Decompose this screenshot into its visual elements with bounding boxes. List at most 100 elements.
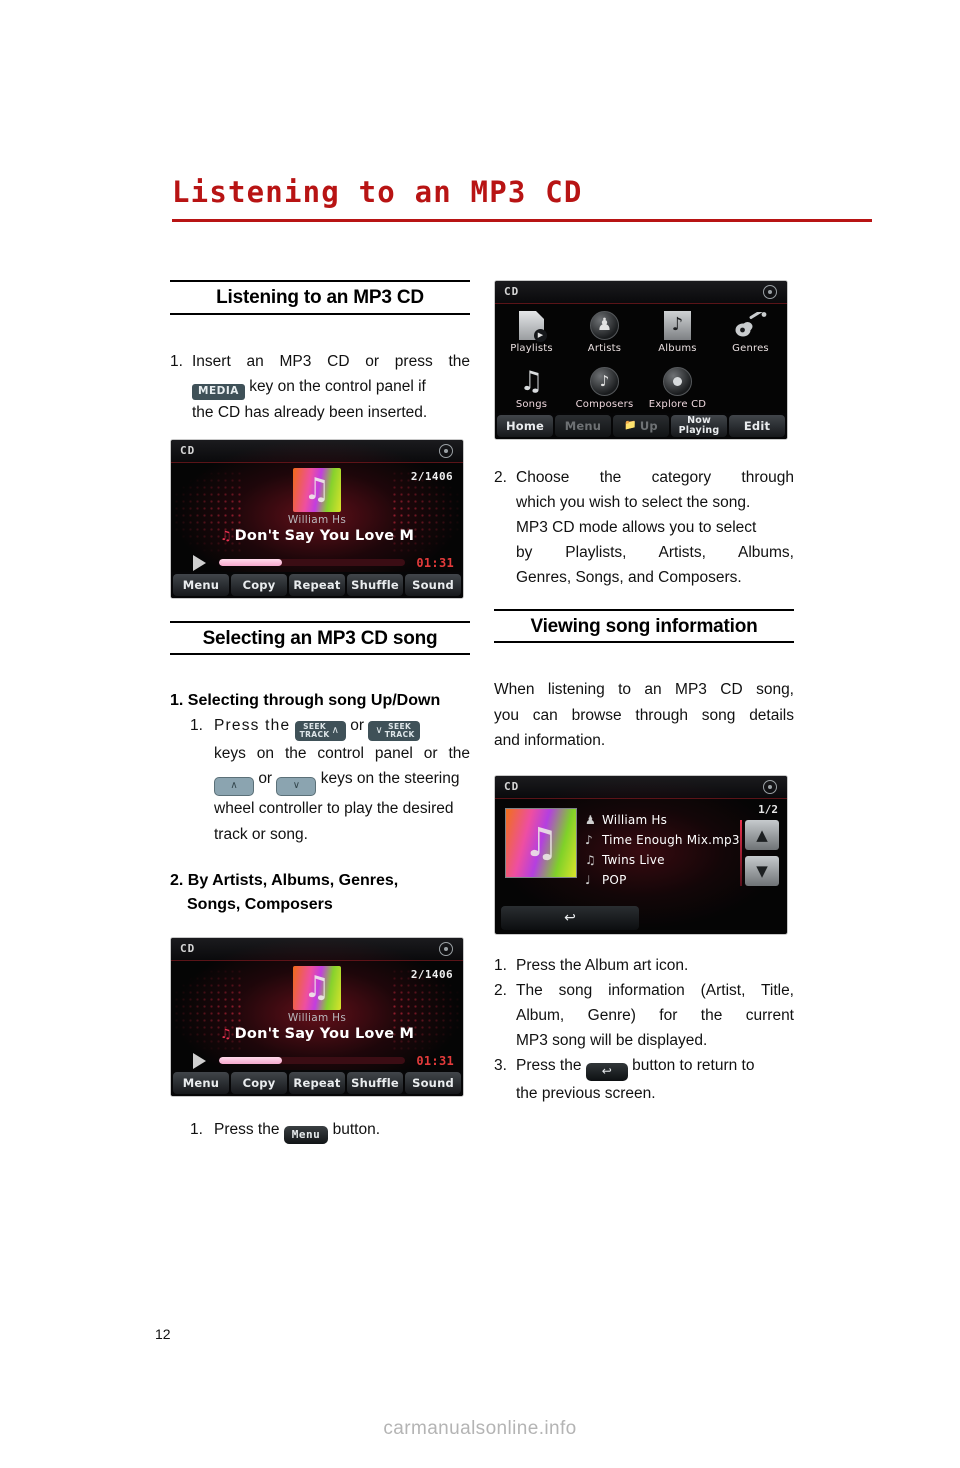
category-playlists[interactable]: Playlists xyxy=(495,309,568,354)
song-title: Don't Say You Love M xyxy=(234,527,415,544)
intro-line1: When listening to an MP3 CD song, xyxy=(494,681,794,699)
category-label: Songs xyxy=(515,399,548,410)
playback-row: 01:31 xyxy=(171,1050,463,1072)
chevron-down-icon: ∨ xyxy=(375,725,383,737)
info-artist-value: William Hs xyxy=(602,812,668,827)
category-genres[interactable]: Genres xyxy=(714,309,787,354)
scroll-down-button[interactable]: ▼ xyxy=(745,855,779,886)
progress-fill xyxy=(219,1056,283,1064)
song-info-screen[interactable]: CD ♫ 1/2 ♟ William Hs ♪ Time Enough Mix xyxy=(494,774,788,935)
category-row-2: ♫ Songs ♪ Composers Explore CD xyxy=(495,365,787,410)
softkey-menu[interactable]: Menu xyxy=(173,573,229,596)
seek-track-up-key[interactable]: SEEK TRACK ∧ xyxy=(294,721,346,742)
list-item: 1. Press the SEEK TRACK ∧ or ∨ SEEK TRAC… xyxy=(170,713,470,846)
step2-line1: Choose the category through xyxy=(516,469,794,486)
softkey-menu[interactable]: Menu xyxy=(173,1071,229,1094)
list-item: 3. Press the ↩ button to return to the p… xyxy=(494,1053,794,1106)
progress-bar[interactable] xyxy=(219,558,405,566)
category-songs[interactable]: ♫ Songs xyxy=(495,365,568,411)
back-button[interactable]: ↩ xyxy=(501,905,639,930)
album-note-icon: ♪ xyxy=(641,309,714,341)
guitar-icon: ♩ xyxy=(585,872,591,887)
menu-key-chip[interactable]: Menu xyxy=(283,1125,329,1144)
category-label: Genres xyxy=(732,343,769,354)
softkey-sound[interactable]: Sound xyxy=(405,573,461,596)
guitar-icon xyxy=(714,309,787,341)
page-header: Listening to an MP3 CD xyxy=(172,178,872,222)
media-key-chip[interactable]: MEDIA xyxy=(192,383,245,400)
softkey-now-playing[interactable]: Now Playing xyxy=(671,415,727,437)
right-column: CD Playlists ♟ Artists xyxy=(494,280,794,1106)
softkey-edit[interactable]: Edit xyxy=(729,415,785,437)
category-albums[interactable]: ♪ Albums xyxy=(641,309,714,354)
softkey-repeat[interactable]: Repeat xyxy=(289,1071,345,1094)
play-icon[interactable] xyxy=(193,554,206,571)
list-item: 1. Insert an MP3 CD or press the MEDIA k… xyxy=(170,349,470,425)
seek-line3: keys on the steering xyxy=(320,770,460,788)
category-explore-cd[interactable]: Explore CD xyxy=(641,365,714,410)
album-note-icon: ♫ xyxy=(303,471,331,507)
steering-wheel-up-key[interactable]: ∧ xyxy=(214,777,254,797)
song-info-steps: 1. Press the Album art icon. 2. The song… xyxy=(494,953,794,1107)
now-playing-screen-2[interactable]: CD ♫ 2/1406 William Hs ♫Don't Say You Lo… xyxy=(170,936,464,1097)
softkey-now-playing-label: Now Playing xyxy=(678,415,720,436)
list-item: 1. Press the Menu button. xyxy=(170,1117,470,1144)
softkey-bar: Menu Copy Repeat Shuffle Sound xyxy=(171,1069,463,1096)
softkey-copy[interactable]: Copy xyxy=(231,573,287,596)
subsection-2-heading-line1: 2. By Artists, Albums, Genres, xyxy=(170,871,399,889)
note-icon: ♪ xyxy=(585,832,593,847)
menu-press-steps: 1. Press the Menu button. xyxy=(170,1117,470,1144)
now-playing-screen-1[interactable]: CD ♫ 2/1406 William Hs ♫Don't Say You Lo… xyxy=(170,438,464,599)
scroll-controls: ▲ ▼ xyxy=(745,819,779,892)
seek-line5: track or song. xyxy=(214,825,308,843)
artist-name: William Hs xyxy=(287,1011,347,1024)
step2-line2: which you wish to select the song. xyxy=(516,494,751,512)
category-artists[interactable]: ♟ Artists xyxy=(568,309,641,354)
steering-wheel-down-key[interactable]: ∨ xyxy=(276,777,317,797)
watermark: carmanualsonline.info xyxy=(383,1418,577,1439)
list-number: 1. xyxy=(494,956,507,974)
softkey-sound[interactable]: Sound xyxy=(405,1071,461,1094)
album-art[interactable]: ♫ xyxy=(293,467,341,512)
playlist-doc-icon xyxy=(495,309,568,342)
softkey-menu[interactable]: Menu xyxy=(555,415,611,437)
step1-line3: the CD has already been inserted. xyxy=(192,403,428,421)
category-composers[interactable]: ♪ Composers xyxy=(568,365,641,410)
seek-line2: keys on the control panel or the xyxy=(214,745,470,763)
seek-track-down-key[interactable]: ∨ SEEK TRACK xyxy=(368,721,420,742)
playback-row: 01:31 xyxy=(171,552,463,574)
category-menu-screen[interactable]: CD Playlists ♟ Artists xyxy=(494,280,788,440)
album-art-thumbnail[interactable]: ♫ xyxy=(505,807,577,878)
folder-up-icon: 📁 xyxy=(624,419,637,431)
track-counter: 2/1406 xyxy=(410,469,453,483)
disc-circle-icon xyxy=(641,365,714,397)
screen-source-label: CD xyxy=(504,285,520,298)
press-the-label-2: Press the xyxy=(214,1120,280,1138)
softkey-shuffle[interactable]: Shuffle xyxy=(347,573,403,596)
song-title-row: ♫ Don't Say You Love M xyxy=(171,1026,463,1042)
album-art[interactable]: ♫ xyxy=(293,965,341,1010)
progress-bar[interactable] xyxy=(219,1056,405,1064)
softkey-copy[interactable]: Copy xyxy=(231,1071,287,1094)
softkey-up[interactable]: 📁 Up xyxy=(613,415,669,437)
info-step3-text-c: the previous screen. xyxy=(516,1085,656,1103)
softkey-bar: Menu Copy Repeat Shuffle Sound xyxy=(171,571,463,598)
softkey-repeat[interactable]: Repeat xyxy=(289,573,345,596)
info-step2-line1: The song information (Artist, Title, xyxy=(516,981,794,999)
section-heading-selecting: Selecting an MP3 CD song xyxy=(170,620,470,656)
left-column: Listening to an MP3 CD 1. Insert an MP3 … xyxy=(170,280,470,1144)
softkey-up-label: Up xyxy=(639,418,658,433)
info-step2-line3: MP3 song will be displayed. xyxy=(516,1032,708,1050)
softkey-bar: Home Menu 📁 Up Now Playing Edit xyxy=(495,413,787,439)
softkey-shuffle[interactable]: Shuffle xyxy=(347,1071,403,1094)
screen-body: Playlists ♟ Artists ♪ Albums xyxy=(495,303,787,439)
section-heading-listening: Listening to an MP3 CD xyxy=(170,280,470,315)
album-note-icon: ♫ xyxy=(303,969,331,1005)
baton-circle-icon: ♪ xyxy=(568,365,641,397)
softkey-home[interactable]: Home xyxy=(497,415,553,437)
play-icon[interactable] xyxy=(193,1052,206,1069)
return-key-chip[interactable]: ↩ xyxy=(585,1063,628,1082)
step2-line5: Genres, Songs, and Composers. xyxy=(516,569,742,587)
music-note-icon: ♫ xyxy=(219,1026,232,1042)
scroll-up-button[interactable]: ▲ xyxy=(745,819,779,850)
